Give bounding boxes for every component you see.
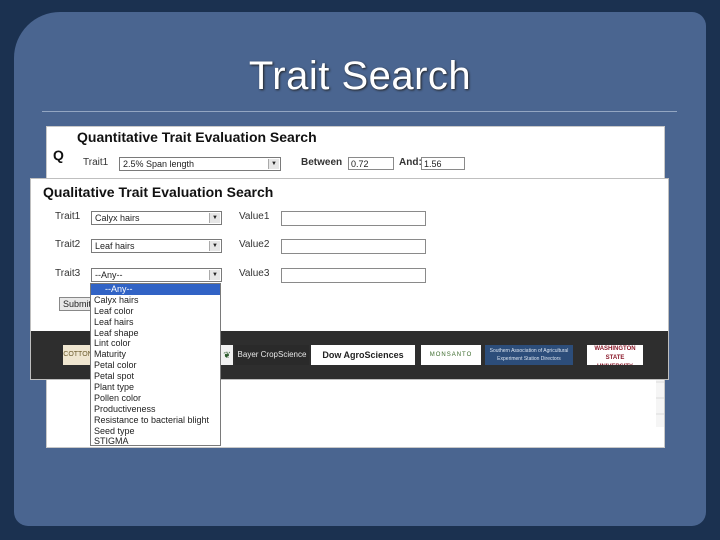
qualitative-search-title: Qualitative Trait Evaluation Search — [43, 184, 274, 200]
between-label: Between — [301, 157, 343, 168]
slide-title: Trait Search — [248, 54, 472, 98]
submit-button[interactable]: Submit — [59, 297, 93, 311]
dow-logo: Dow AgroSciences — [311, 345, 415, 365]
value1-input[interactable] — [281, 211, 426, 226]
leaf-logo-icon: ❦ — [221, 345, 233, 365]
wsu-logo: WASHINGTON STATE UNIVERSITY — [587, 345, 643, 365]
cotton-logo: COTTON — [63, 345, 93, 365]
dropdown-option[interactable]: Petal color — [91, 360, 220, 371]
trait1-label: Trait1 — [55, 211, 81, 222]
dropdown-option[interactable]: Leaf hairs — [91, 317, 220, 328]
dropdown-option[interactable]: Seed type — [91, 426, 220, 437]
dropdown-option[interactable]: --Any-- — [91, 284, 220, 295]
bayer-logo: Bayer CropScience — [235, 345, 309, 365]
between-input[interactable]: 0.72 — [348, 157, 394, 170]
chevron-down-icon[interactable]: ▼ — [209, 270, 220, 280]
trait2-select[interactable]: Leaf hairs ▼ — [91, 239, 222, 253]
chevron-down-icon[interactable]: ▼ — [209, 241, 220, 251]
trait1-select[interactable]: Calyx hairs ▼ — [91, 211, 222, 225]
dropdown-option[interactable]: Pollen color — [91, 393, 220, 404]
value2-label: Value2 — [239, 239, 270, 250]
quant-trait1-value: 2.5% Span length — [123, 159, 195, 169]
value3-label: Value3 — [239, 268, 270, 279]
trait3-select[interactable]: --Any-- ▼ — [91, 268, 222, 282]
trait2-value: Leaf hairs — [95, 241, 135, 251]
quant-trait1-select[interactable]: 2.5% Span length ▼ — [119, 157, 281, 171]
dropdown-option[interactable]: Petal spot — [91, 371, 220, 382]
dropdown-option[interactable]: Lint color — [91, 338, 220, 349]
chevron-down-icon[interactable]: ▼ — [209, 213, 220, 223]
quant-trait1-label: Trait1 — [83, 157, 109, 168]
dropdown-option[interactable]: Resistance to bacterial blight — [91, 415, 220, 426]
dropdown-option[interactable]: Calyx hairs — [91, 295, 220, 306]
dropdown-option[interactable]: STIGMA — [91, 436, 220, 447]
chevron-down-icon[interactable]: ▼ — [268, 159, 279, 169]
trait3-dropdown-list[interactable]: --Any-- Calyx hairs Leaf color Leaf hair… — [90, 283, 221, 446]
value3-input[interactable] — [281, 268, 426, 283]
dropdown-option[interactable]: Leaf color — [91, 306, 220, 317]
monsanto-logo: MONSANTO — [421, 345, 481, 365]
dropdown-option[interactable]: Plant type — [91, 382, 220, 393]
trait3-value: --Any-- — [95, 270, 123, 280]
dropdown-option[interactable]: Leaf shape — [91, 328, 220, 339]
trait2-label: Trait2 — [55, 239, 81, 250]
dropdown-option[interactable]: Maturity — [91, 349, 220, 360]
dropdown-option[interactable]: Productiveness — [91, 404, 220, 415]
clipped-heading-letter: Q — [53, 147, 64, 163]
saaes-logo: Southern Association of Agricultural Exp… — [485, 345, 573, 365]
quantitative-search-title: Quantitative Trait Evaluation Search — [77, 129, 317, 145]
value2-input[interactable] — [281, 239, 426, 254]
trait1-value: Calyx hairs — [95, 213, 140, 223]
and-input[interactable]: 1.56 — [421, 157, 465, 170]
and-label: And: — [399, 157, 422, 168]
title-divider — [42, 111, 677, 112]
value1-label: Value1 — [239, 211, 270, 222]
trait3-label: Trait3 — [55, 268, 81, 279]
